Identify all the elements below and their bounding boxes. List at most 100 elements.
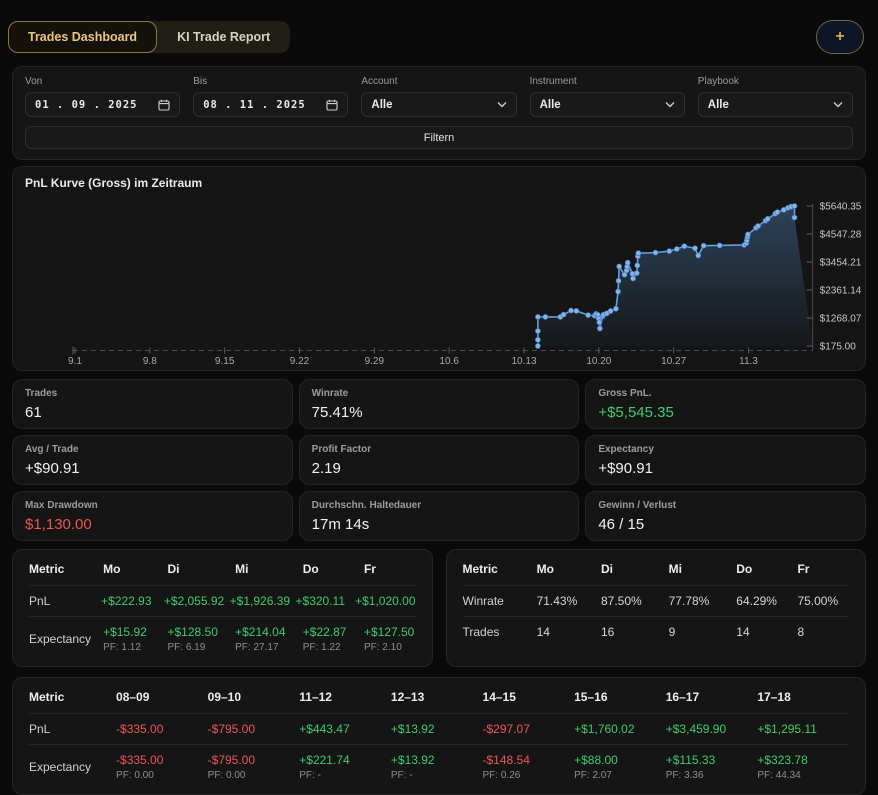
chevron-down-icon: [833, 101, 843, 108]
table-header-cell: Do: [736, 562, 797, 576]
table-header-cell: 16–17: [666, 690, 758, 704]
table-cell: 75.00%: [797, 594, 849, 608]
stat-label: Max Drawdown: [25, 500, 280, 511]
playbook-label: Playbook: [698, 76, 853, 87]
svg-text:$175.00: $175.00: [820, 342, 857, 353]
playbook-select[interactable]: Alle: [698, 92, 853, 117]
pnl-chart-panel: PnL Kurve (Gross) im Zeitraum 9.19.89.15…: [12, 166, 866, 371]
bis-date-input[interactable]: 08 . 11 . 2025: [193, 92, 348, 117]
svg-text:10.13: 10.13: [511, 356, 536, 367]
filter-playbook: Playbook Alle: [698, 76, 853, 117]
filtern-button[interactable]: Filtern: [25, 126, 853, 149]
pnl-chart: 9.19.89.159.229.2910.610.1310.2010.2711.…: [25, 190, 865, 368]
table-cell: 14: [537, 625, 601, 639]
table-cell: +$13.92: [391, 722, 483, 736]
metric-name-cell: PnL: [29, 594, 101, 608]
table-header-cell: Di: [167, 562, 235, 576]
stat-label: Durchschn. Haltedauer: [312, 500, 567, 511]
table-cell: +$1,295.11: [757, 722, 849, 736]
table-row: Expectancy-$335.00PF: 0.00-$795.00PF: 0.…: [29, 744, 849, 789]
table-header-cell: Fr: [797, 562, 849, 576]
profit-factor-sub: PF: 1.22: [303, 642, 364, 653]
table-header-cell: 14–15: [483, 690, 575, 704]
table-cell: +$22.87PF: 1.22: [303, 625, 364, 653]
stat-card: Trades 61: [12, 379, 293, 429]
chart-title: PnL Kurve (Gross) im Zeitraum: [25, 176, 865, 190]
table-cell: 8: [797, 625, 849, 639]
table-header-cell: Mo: [103, 562, 167, 576]
table-cell: -$335.00PF: 0.00: [116, 753, 208, 781]
table-header-row: MetricMoDiMiDoFr: [463, 551, 850, 585]
table-cell: 14: [736, 625, 797, 639]
tab-bar: Trades Dashboard KI Trade Report: [8, 21, 290, 53]
table-cell: +$320.11: [296, 594, 356, 608]
stat-value: 61: [25, 404, 280, 421]
account-selected-value: Alle: [371, 99, 392, 111]
table-header-cell: Fr: [364, 562, 416, 576]
table-cell: +$214.04PF: 27.17: [235, 625, 303, 653]
table-cell: 71.43%: [537, 594, 601, 608]
metric-name-cell: Expectancy: [29, 632, 103, 646]
table-header-cell: 11–12: [299, 690, 391, 704]
instrument-selected-value: Alle: [540, 99, 561, 111]
table-row: PnL-$335.00-$795.00+$443.47+$13.92-$297.…: [29, 713, 849, 744]
table-cell: +$1,926.39: [230, 594, 296, 608]
svg-text:10.6: 10.6: [439, 356, 459, 367]
filter-account: Account Alle: [361, 76, 516, 117]
plus-icon: +: [835, 28, 844, 46]
instrument-select[interactable]: Alle: [530, 92, 685, 117]
table-cell: 9: [669, 625, 737, 639]
stat-value: +$90.91: [598, 460, 853, 477]
table-cell: +$443.47: [299, 722, 391, 736]
profit-factor-sub: PF: 2.10: [364, 642, 416, 653]
table-cell: 64.29%: [736, 594, 797, 608]
profit-factor-sub: PF: 27.17: [235, 642, 303, 653]
table-header-cell: Mi: [669, 562, 737, 576]
table-cell: +$1,020.00: [355, 594, 415, 608]
tab-trades-dashboard[interactable]: Trades Dashboard: [8, 21, 157, 53]
filter-panel: Von 01 . 09 . 2025 Bis 08 . 11 . 2025: [12, 66, 866, 160]
table-cell: -$148.54PF: 0.26: [483, 753, 575, 781]
table-cell: +$221.74PF: -: [299, 753, 391, 781]
von-label: Von: [25, 76, 180, 87]
table-header-row: MetricMoDiMiDoFr: [29, 551, 416, 585]
stat-value: +$90.91: [25, 460, 280, 477]
metric-name-cell: Trades: [463, 625, 537, 639]
stat-label: Expectancy: [598, 444, 853, 455]
stat-value: 46 / 15: [598, 516, 853, 533]
svg-text:$4547.28: $4547.28: [820, 230, 862, 241]
profit-factor-sub: PF: 0.26: [483, 770, 575, 781]
tab-ki-trade-report[interactable]: KI Trade Report: [157, 21, 290, 53]
profit-factor-sub: PF: -: [391, 770, 483, 781]
table-cell: -$297.07: [483, 722, 575, 736]
bis-label: Bis: [193, 76, 348, 87]
table-cell: +$88.00PF: 2.07: [574, 753, 666, 781]
account-select[interactable]: Alle: [361, 92, 516, 117]
table-cell: 87.50%: [601, 594, 669, 608]
stat-label: Gross PnL.: [598, 388, 853, 399]
instrument-label: Instrument: [530, 76, 685, 87]
stat-card: Gewinn / Verlust 46 / 15: [585, 491, 866, 541]
stat-card: Profit Factor 2.19: [299, 435, 580, 485]
table-cell: +$128.50PF: 6.19: [167, 625, 235, 653]
table-header-cell: 15–16: [574, 690, 666, 704]
chevron-down-icon: [665, 101, 675, 108]
profit-factor-sub: PF: -: [299, 770, 391, 781]
svg-text:10.20: 10.20: [586, 356, 611, 367]
filter-bis: Bis 08 . 11 . 2025: [193, 76, 348, 117]
svg-text:9.15: 9.15: [215, 356, 235, 367]
bis-date-value: 08 . 11 . 2025: [203, 99, 306, 111]
top-bar: Trades Dashboard KI Trade Report +: [0, 0, 878, 64]
hourly-table: Metric08–0909–1011–1212–1314–1515–1616–1…: [12, 677, 866, 795]
von-date-input[interactable]: 01 . 09 . 2025: [25, 92, 180, 117]
profit-factor-sub: PF: 6.19: [167, 642, 235, 653]
add-button[interactable]: +: [816, 20, 864, 54]
table-header-cell: Metric: [29, 562, 103, 576]
stat-value: +$5,545.35: [598, 404, 853, 421]
filter-instrument: Instrument Alle: [530, 76, 685, 117]
von-date-value: 01 . 09 . 2025: [35, 99, 138, 111]
account-label: Account: [361, 76, 516, 87]
table-header-cell: Mi: [235, 562, 303, 576]
svg-text:$2361.14: $2361.14: [820, 286, 862, 297]
table-row: Expectancy+$15.92PF: 1.12+$128.50PF: 6.1…: [29, 616, 416, 661]
